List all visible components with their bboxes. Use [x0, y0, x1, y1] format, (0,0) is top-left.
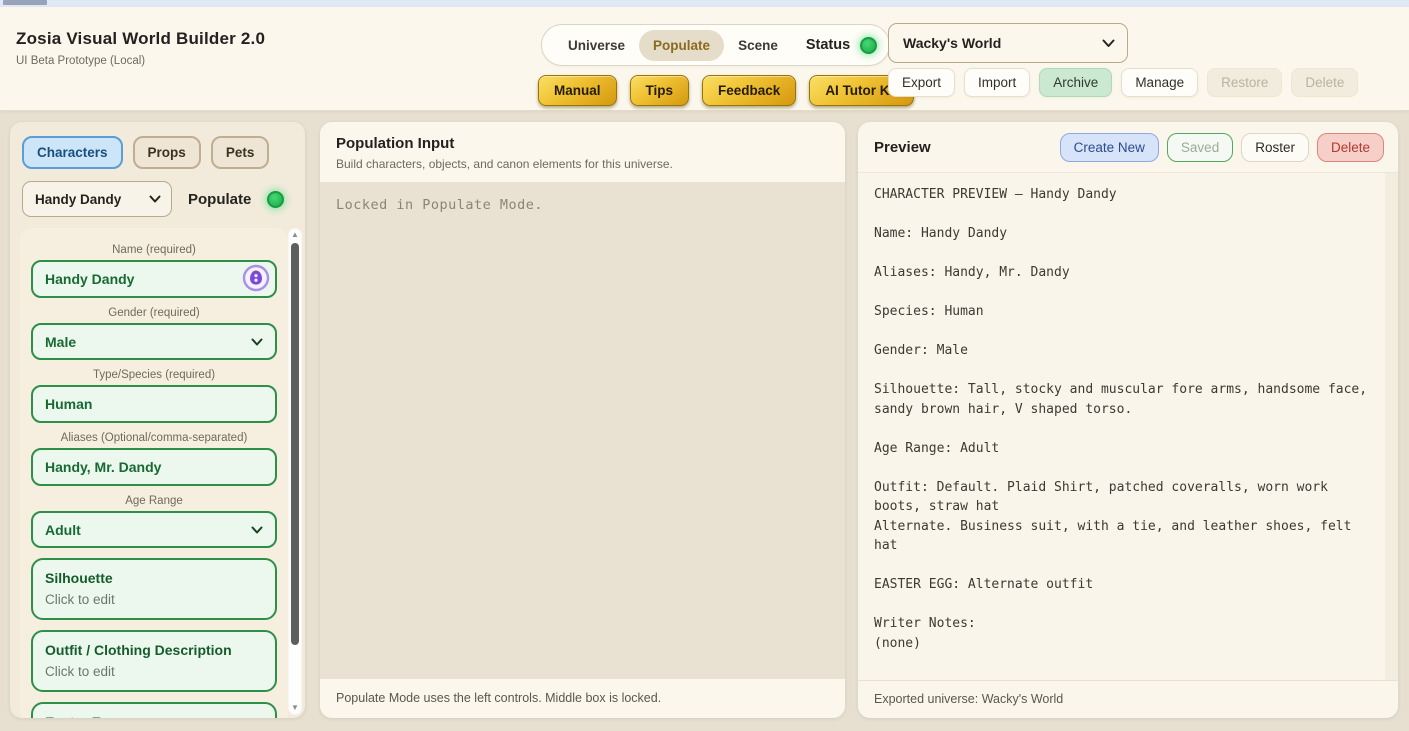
browser-top-strip [0, 0, 1409, 7]
status-indicator-dot [860, 37, 877, 54]
tab-populate[interactable]: Populate [639, 30, 724, 61]
export-button[interactable]: Export [888, 68, 955, 97]
universe-select[interactable]: Wacky's World [888, 23, 1128, 63]
tips-button[interactable]: Tips [630, 75, 690, 106]
populate-status-dot [267, 191, 284, 208]
silhouette-title: Silhouette [45, 570, 263, 586]
title-block: Zosia Visual World Builder 2.0 UI Beta P… [16, 29, 265, 67]
manual-button[interactable]: Manual [538, 75, 617, 106]
silhouette-edit-hint: Click to edit [45, 592, 263, 607]
scrollbar[interactable]: ▲ ▼ [288, 228, 302, 715]
preview-footer: Exported universe: Wacky's World [858, 680, 1398, 718]
saved-button[interactable]: Saved [1167, 133, 1233, 162]
universe-action-row: Export Import Archive Manage Restore Del… [888, 68, 1358, 97]
preview-header: Preview Create New Saved Roster Delete [858, 122, 1398, 172]
gender-select[interactable]: Male [31, 323, 277, 360]
outfit-title: Outfit / Clothing Description [45, 642, 263, 658]
preview-scroll-gutter [1385, 173, 1398, 680]
help-button-row: Manual Tips Feedback AI Tutor Kit [538, 75, 914, 106]
entity-editor-panel: Characters Props Pets Handy Dandy Popula… [10, 122, 305, 718]
chevron-down-icon [251, 338, 263, 346]
populate-mode-label: Populate [188, 191, 251, 208]
population-input-title: Population Input [336, 135, 829, 152]
population-input-footer: Populate Mode uses the left controls. Mi… [320, 679, 845, 718]
silhouette-edit-card[interactable]: Silhouette Click to edit [31, 558, 277, 620]
delete-character-button[interactable]: Delete [1317, 133, 1384, 162]
age-range-select-value: Adult [45, 522, 81, 538]
aliases-input[interactable] [31, 448, 277, 486]
population-input-textarea: Locked in Populate Mode. [320, 182, 845, 679]
name-label: Name (required) [31, 244, 277, 256]
tab-universe[interactable]: Universe [554, 30, 639, 61]
easter-egg-title: Easter Egg [45, 714, 263, 718]
import-button[interactable]: Import [964, 68, 1030, 97]
aliases-label: Aliases (Optional/comma-separated) [31, 432, 277, 444]
chevron-down-icon [149, 195, 161, 203]
preview-body-wrap: CHARACTER PREVIEW — Handy Dandy Name: Ha… [858, 172, 1398, 680]
universe-select-value: Wacky's World [903, 35, 1001, 51]
character-select[interactable]: Handy Dandy [22, 181, 172, 217]
chevron-down-icon [1102, 39, 1115, 48]
preview-title: Preview [874, 139, 931, 156]
easter-egg-edit-card[interactable]: Easter Egg Click to edit [31, 702, 277, 718]
app-header: Zosia Visual World Builder 2.0 UI Beta P… [0, 7, 1409, 111]
tab-characters[interactable]: Characters [22, 136, 123, 169]
age-range-select[interactable]: Adult [31, 511, 277, 548]
scrollbar-thumb[interactable] [291, 243, 299, 645]
delete-universe-button[interactable]: Delete [1291, 68, 1358, 97]
gender-label: Gender (required) [31, 307, 277, 319]
species-label: Type/Species (required) [31, 369, 277, 381]
browser-tab-remnant [3, 0, 47, 5]
tab-props[interactable]: Props [133, 136, 201, 169]
population-input-subtitle: Build characters, objects, and canon ele… [336, 157, 829, 171]
preview-panel: Preview Create New Saved Roster Delete C… [858, 122, 1398, 718]
population-input-panel: Population Input Build characters, objec… [320, 122, 845, 718]
app-title: Zosia Visual World Builder 2.0 [16, 29, 265, 49]
species-input[interactable] [31, 385, 277, 423]
character-select-row: Handy Dandy Populate [10, 178, 305, 228]
feedback-button[interactable]: Feedback [702, 75, 796, 106]
population-input-header: Population Input Build characters, objec… [320, 122, 845, 182]
entity-type-tabs: Characters Props Pets [10, 122, 305, 178]
roster-button[interactable]: Roster [1241, 133, 1309, 162]
scroll-up-icon[interactable]: ▲ [288, 228, 302, 242]
character-preview-text: CHARACTER PREVIEW — Handy Dandy Name: Ha… [858, 173, 1385, 680]
gender-select-value: Male [45, 334, 76, 350]
character-form: Name (required) Gender (required) Male T… [20, 228, 288, 718]
outfit-edit-hint: Click to edit [45, 664, 263, 679]
restore-button[interactable]: Restore [1207, 68, 1282, 97]
create-new-button[interactable]: Create New [1060, 133, 1159, 162]
character-select-value: Handy Dandy [35, 192, 121, 207]
app-subtitle: UI Beta Prototype (Local) [16, 55, 265, 67]
mode-tab-bar: Universe Populate Scene Status [541, 24, 890, 66]
outfit-edit-card[interactable]: Outfit / Clothing Description Click to e… [31, 630, 277, 692]
status-label: Status [792, 37, 860, 53]
tab-scene[interactable]: Scene [724, 30, 792, 61]
age-range-label: Age Range [31, 495, 277, 507]
tab-pets[interactable]: Pets [211, 136, 270, 169]
preview-button-row: Create New Saved Roster Delete [1060, 133, 1384, 162]
chevron-down-icon [251, 526, 263, 534]
archive-button[interactable]: Archive [1039, 68, 1112, 97]
easter-egg-icon [242, 264, 270, 297]
manage-button[interactable]: Manage [1121, 68, 1198, 97]
name-input[interactable] [31, 260, 277, 298]
scroll-down-icon[interactable]: ▼ [288, 701, 302, 715]
